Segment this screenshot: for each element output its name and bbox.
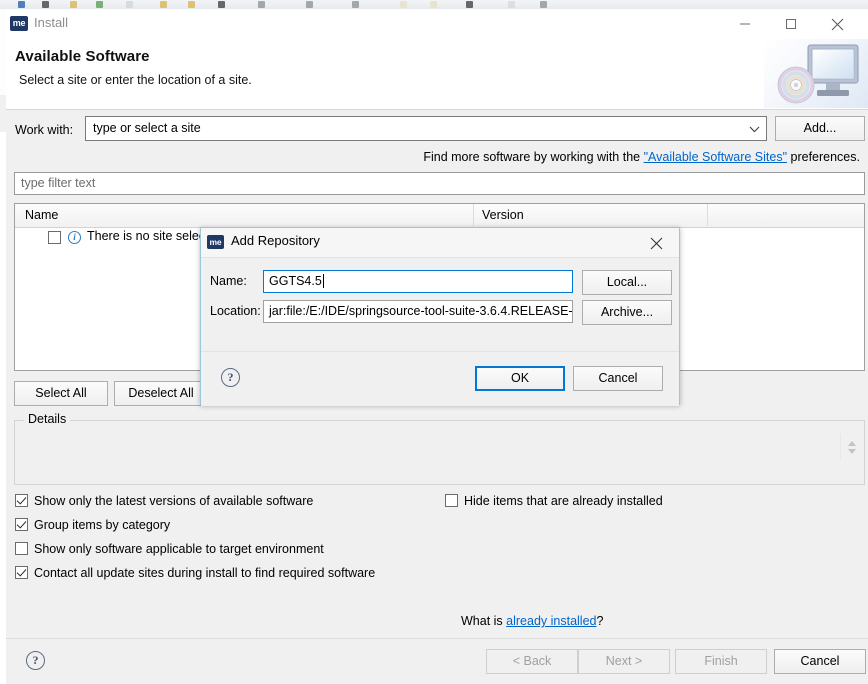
- location-field[interactable]: jar:file:/E:/IDE/springsource-tool-suite…: [263, 300, 573, 323]
- title-bar: me Install: [6, 9, 868, 39]
- page-title: Available Software: [15, 48, 150, 65]
- name-field[interactable]: GGTS4.5: [263, 270, 573, 293]
- option-label: Show only software applicable to target …: [34, 542, 324, 556]
- add-repository-dialog: me Add Repository Name: GGTS4.5 Local...…: [200, 227, 680, 406]
- archive-button[interactable]: Archive...: [582, 300, 672, 325]
- find-more-suffix: preferences.: [787, 150, 861, 164]
- what-is-prefix: What is: [461, 614, 507, 628]
- location-field-value: jar:file:/E:/IDE/springsource-tool-suite…: [269, 304, 573, 318]
- row-checkbox[interactable]: [48, 231, 61, 244]
- already-installed-link[interactable]: already installed: [506, 614, 596, 628]
- find-more-software-text: Find more software by working with the "…: [423, 150, 860, 164]
- dialog-footer: ? OK Cancel: [201, 351, 679, 406]
- find-more-prefix: Find more software by working with the: [423, 150, 644, 164]
- column-header-name[interactable]: Name: [15, 204, 474, 226]
- cancel-button[interactable]: Cancel: [774, 649, 866, 674]
- dialog-title: Add Repository: [231, 233, 320, 248]
- dialog-title-bar: me Add Repository: [201, 228, 679, 257]
- checkbox[interactable]: [15, 494, 28, 507]
- page-subtitle: Select a site or enter the location of a…: [19, 73, 252, 87]
- checkbox[interactable]: [445, 494, 458, 507]
- text-caret: [322, 274, 324, 288]
- local-button[interactable]: Local...: [582, 270, 672, 295]
- option-label: Group items by category: [34, 518, 171, 532]
- details-text: [23, 434, 856, 476]
- add-site-button[interactable]: Add...: [775, 116, 865, 141]
- next-button[interactable]: Next >: [578, 649, 670, 674]
- work-with-combo[interactable]: type or select a site: [85, 116, 767, 141]
- info-icon: i: [68, 231, 81, 244]
- chevron-down-icon[interactable]: [744, 117, 766, 140]
- deselect-all-button[interactable]: Deselect All: [114, 381, 208, 406]
- name-field-value: GGTS4.5: [269, 274, 324, 288]
- help-icon[interactable]: ?: [26, 651, 45, 670]
- option-label: Hide items that are already installed: [464, 494, 663, 508]
- column-header-version[interactable]: Version: [474, 204, 708, 226]
- option-hide-already-installed[interactable]: Hide items that are already installed: [445, 494, 663, 508]
- back-button[interactable]: < Back: [486, 649, 578, 674]
- minimize-button[interactable]: [724, 9, 770, 39]
- spinner-down-icon[interactable]: [848, 449, 856, 454]
- details-divider: [840, 434, 841, 460]
- details-group: Details: [14, 412, 865, 485]
- details-legend: Details: [24, 412, 71, 426]
- filter-placeholder: type filter text: [21, 176, 96, 190]
- dialog-cancel-button[interactable]: Cancel: [573, 366, 663, 391]
- checkbox[interactable]: [15, 542, 28, 555]
- wizard-footer: ? < Back Next > Finish Cancel: [6, 638, 868, 684]
- filter-input[interactable]: type filter text: [14, 172, 865, 195]
- finish-button[interactable]: Finish: [675, 649, 767, 674]
- wizard-header: Available Software Select a site or ente…: [6, 39, 868, 110]
- spinner-up-icon[interactable]: [848, 441, 856, 446]
- checkbox[interactable]: [15, 518, 28, 531]
- select-all-button[interactable]: Select All: [14, 381, 108, 406]
- option-group-by-category[interactable]: Group items by category: [15, 518, 170, 532]
- option-label: Contact all update sites during install …: [34, 566, 376, 580]
- work-with-label: Work with:: [15, 123, 74, 137]
- option-label: Show only the latest versions of availab…: [34, 494, 314, 508]
- install-wizard-window: me Install Available Software Select a s…: [0, 0, 868, 684]
- details-spinner[interactable]: [846, 441, 858, 461]
- monitor-with-disc-icon: [764, 39, 868, 108]
- option-contact-all-update-sites[interactable]: Contact all update sites during install …: [15, 566, 375, 580]
- maximize-button[interactable]: [770, 9, 816, 39]
- dialog-separator: [201, 257, 679, 258]
- available-software-sites-link[interactable]: "Available Software Sites": [644, 150, 787, 164]
- name-label: Name:: [210, 274, 247, 288]
- dialog-help-icon[interactable]: ?: [221, 368, 240, 387]
- location-label: Location:: [210, 304, 261, 318]
- what-is-suffix: ?: [596, 614, 604, 628]
- checkbox[interactable]: [15, 566, 28, 579]
- work-with-value: type or select a site: [93, 121, 201, 135]
- tree-header: Name Version: [15, 204, 864, 228]
- what-is-already-installed: What is already installed?: [461, 614, 603, 628]
- column-header-filler: [708, 204, 864, 226]
- dialog-close-button[interactable]: [635, 228, 679, 257]
- window-title: Install: [34, 15, 68, 30]
- option-applicable-to-target[interactable]: Show only software applicable to target …: [15, 542, 324, 556]
- work-with-row: Work with: type or select a site Add...: [6, 116, 868, 144]
- close-button[interactable]: [816, 9, 862, 39]
- option-show-latest-versions[interactable]: Show only the latest versions of availab…: [15, 494, 313, 508]
- me-logo-icon: me: [207, 235, 224, 249]
- ok-button[interactable]: OK: [475, 366, 565, 391]
- me-logo-icon: me: [10, 16, 28, 31]
